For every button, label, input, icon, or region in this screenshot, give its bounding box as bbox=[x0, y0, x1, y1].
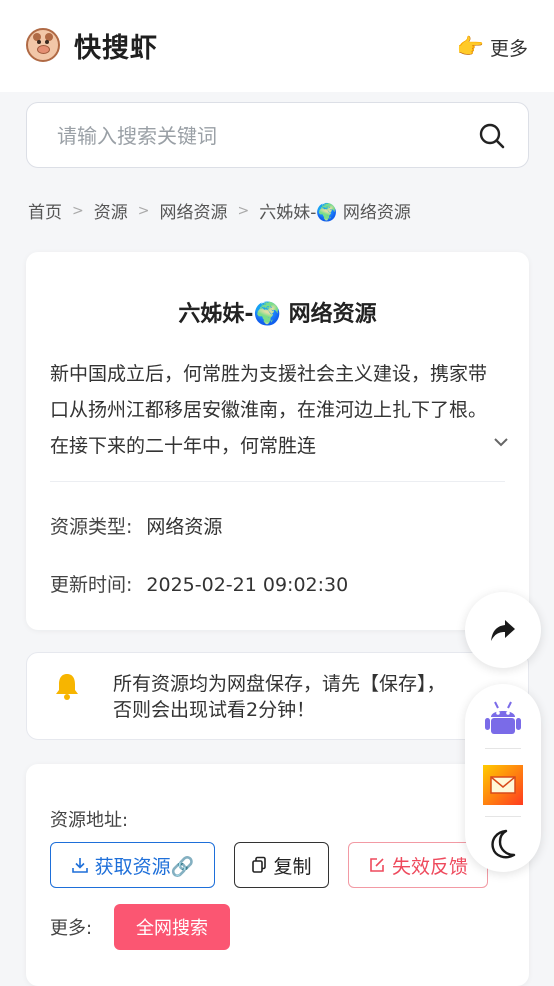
site-logo[interactable] bbox=[26, 28, 60, 62]
dark-mode-moon-icon[interactable] bbox=[482, 824, 524, 866]
updated-time-value: 2025-02-21 09:02:30 bbox=[146, 574, 349, 596]
search-icon[interactable] bbox=[478, 122, 506, 150]
more-label: 更多 bbox=[489, 38, 528, 60]
updated-time-row: 更新时间: 2025-02-21 09:02:30 bbox=[50, 570, 348, 597]
search-input[interactable] bbox=[57, 121, 457, 151]
resource-type-label: 资源类型: bbox=[50, 516, 133, 538]
divider bbox=[50, 481, 505, 482]
updated-time-label: 更新时间: bbox=[50, 574, 133, 596]
edit-icon bbox=[370, 858, 384, 872]
share-button[interactable] bbox=[465, 592, 541, 668]
breadcrumb-current: 六姊妹-🌍 网络资源 bbox=[259, 203, 411, 223]
breadcrumb-network-resources[interactable]: 网络资源 bbox=[159, 198, 227, 223]
top-header: 快搜虾 👉 更多 bbox=[0, 0, 554, 92]
breadcrumb: 首页 > 资源 > 网络资源 > 六姊妹-🌍 网络资源 bbox=[28, 198, 411, 224]
resource-title: 六姊妹-🌍 网络资源 bbox=[178, 302, 377, 327]
copy-icon bbox=[252, 856, 267, 873]
breadcrumb-resources[interactable]: 资源 bbox=[94, 198, 128, 223]
mail-icon[interactable] bbox=[482, 764, 524, 806]
notice-text: 所有资源均为网盘保存，请先【保存】，否则会出现试看2分钟！ bbox=[113, 673, 446, 721]
chevron-right-icon: > bbox=[237, 202, 250, 219]
resource-detail-card: 六姊妹-🌍 网络资源 新中国成立后，何常胜为支援社会主义建设，携家带口从扬州江都… bbox=[26, 252, 529, 630]
more-label: 更多: bbox=[50, 918, 93, 939]
get-resource-button[interactable]: 获取资源🔗 bbox=[50, 842, 215, 888]
report-invalid-button[interactable]: 失效反馈 bbox=[348, 842, 488, 888]
brand-title[interactable]: 快搜虾 bbox=[74, 26, 158, 65]
notice-banner: 所有资源均为网盘保存，请先【保存】，否则会出现试看2分钟！ bbox=[26, 652, 529, 740]
resource-links-card: 资源地址: 获取资源🔗 复制 失效反馈 更多: 全网搜索 bbox=[26, 764, 529, 986]
floating-toolbar bbox=[465, 684, 541, 872]
resource-type-row: 资源类型: 网络资源 bbox=[50, 512, 222, 539]
copy-button[interactable]: 复制 bbox=[234, 842, 329, 888]
divider bbox=[485, 748, 521, 749]
resource-description: 新中国成立后，何常胜为支援社会主义建设，携家带口从扬州江都移居安徽淮南，在淮河边… bbox=[50, 363, 488, 457]
report-invalid-label: 失效反馈 bbox=[391, 855, 468, 878]
bell-icon bbox=[56, 674, 78, 700]
pointing-hand-icon: 👉 bbox=[456, 35, 484, 60]
copy-label: 复制 bbox=[273, 855, 312, 878]
share-icon bbox=[491, 620, 515, 641]
chevron-down-icon[interactable] bbox=[491, 432, 511, 452]
android-icon[interactable] bbox=[482, 698, 524, 740]
download-icon bbox=[71, 858, 88, 873]
get-resource-label: 获取资源🔗 bbox=[94, 855, 195, 878]
divider bbox=[485, 816, 521, 817]
chevron-right-icon: > bbox=[137, 202, 150, 219]
search-bar bbox=[26, 102, 529, 168]
search-all-button[interactable]: 全网搜索 bbox=[114, 904, 230, 950]
resource-type-value: 网络资源 bbox=[146, 516, 223, 538]
chevron-right-icon: > bbox=[72, 202, 84, 219]
more-menu-link[interactable]: 👉 更多 bbox=[457, 34, 528, 61]
resource-address-label: 资源地址: bbox=[50, 810, 129, 831]
breadcrumb-home[interactable]: 首页 bbox=[28, 198, 62, 223]
